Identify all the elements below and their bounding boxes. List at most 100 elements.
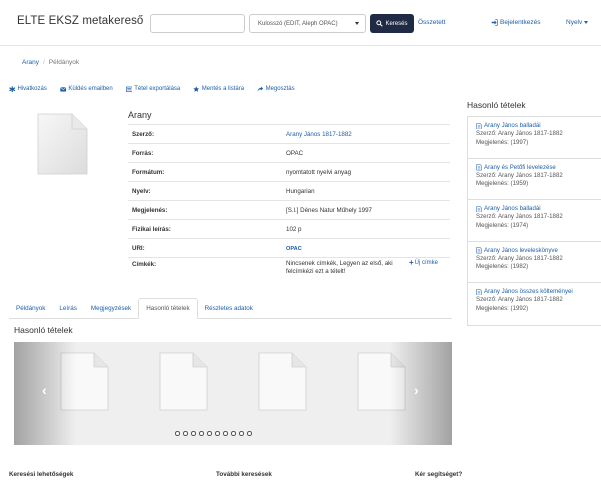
table-row: Fizikai leírás: 102 p — [128, 219, 450, 239]
cite-button[interactable]: Hivatkozás — [9, 86, 47, 93]
tab-similar-items[interactable]: Hasonló tételek — [138, 298, 198, 319]
field-value: Hungarian — [282, 181, 450, 201]
list-item: Arany és Petőfi levelezése Szerző: Arany… — [468, 159, 601, 200]
footer-need-help: Kér segítséget? — [415, 471, 463, 478]
carousel-dot[interactable] — [239, 431, 244, 436]
carousel-next-control[interactable] — [390, 342, 452, 445]
document-icon — [476, 164, 482, 171]
carousel-dot[interactable] — [215, 431, 220, 436]
table-row: URI: OPAC — [128, 238, 450, 258]
tab-notes[interactable]: Megjegyzések — [84, 298, 138, 318]
breadcrumb-separator: / — [42, 59, 45, 66]
cite-label: Hivatkozás — [17, 86, 47, 92]
add-tag-button[interactable]: + Új címke — [408, 258, 438, 267]
table-row: Formátum: nyomtatott nyelvi anyag — [128, 162, 450, 182]
list-item: Arany János balladái Szerző: Arany János… — [468, 117, 601, 159]
tab-description[interactable]: Leírás — [52, 298, 84, 318]
site-brand[interactable]: ELTE EKSZ metakereső — [17, 15, 143, 27]
record-details-table: Szerző: Arany János 1817-1882 Forrás: OP… — [128, 124, 450, 286]
field-label: Megjelenés: — [128, 200, 282, 220]
export-button[interactable]: Tétel exportálása — [125, 86, 180, 93]
search-type-select[interactable]: Kulosszó (EDIT, Aleph OPAC) — [249, 14, 366, 33]
login-link[interactable]: Bejelentkezés — [491, 19, 540, 26]
document-icon — [476, 205, 482, 213]
carousel-dot[interactable] — [191, 431, 196, 436]
author-cell: Arany János 1817-1882 — [282, 124, 450, 144]
add-tag-label: Új címke — [414, 260, 438, 266]
similar-item-author: Szerző: Arany János 1817-1882 — [476, 130, 563, 138]
save-to-list-label: Mentés a listára — [201, 86, 245, 92]
email-button[interactable]: Küldés emailben — [59, 86, 113, 93]
search-input[interactable] — [150, 14, 245, 33]
similar-item-title: Arany János összes költeményei — [484, 288, 573, 295]
similar-items-list: Arany János balladái Szerző: Arany János… — [467, 116, 601, 326]
similar-items-heading: Hasonló tételek — [14, 325, 73, 335]
field-value: 102 p — [282, 219, 450, 239]
record-toolbar: Hivatkozás Küldés emailben Tétel exportá… — [9, 84, 295, 94]
similar-item-link[interactable]: Arany János balladái — [476, 205, 593, 213]
similar-item-title: Arany János balladái — [484, 205, 541, 212]
search-button[interactable]: Keresés — [370, 14, 414, 33]
footer-more-searches: További keresések — [216, 471, 272, 478]
asterisk-icon — [9, 86, 16, 92]
footer-search-options: Keresési lehetőségek — [9, 471, 74, 478]
author-link[interactable]: Arany János 1817-1882 — [286, 131, 352, 138]
similar-item-link[interactable]: Arany János balladái — [476, 122, 593, 130]
field-label: Fizikai leírás: — [128, 219, 282, 239]
field-value: [S.l.] Dénes Natur Műhely 1997 — [282, 200, 450, 220]
carousel-slide-cover[interactable] — [258, 352, 307, 411]
carousel-slide-cover[interactable] — [159, 352, 208, 411]
breadcrumb-item-current: Példányok — [48, 59, 80, 66]
document-icon — [476, 122, 482, 130]
save-to-list-button[interactable]: Mentés a listára — [193, 86, 244, 93]
table-row: Forrás: OPAC — [128, 143, 450, 163]
carousel-dot[interactable] — [175, 431, 180, 436]
field-label: Nyelv: — [128, 181, 282, 201]
breadcrumb-item-search[interactable]: Arany — [22, 59, 39, 66]
language-label: Nyelv — [566, 19, 583, 26]
tab-details[interactable]: Részletes adatok — [198, 298, 260, 318]
uri-link[interactable]: OPAC — [286, 246, 302, 252]
similar-item-title: Arany János balladái — [484, 122, 541, 129]
carousel-dot[interactable] — [183, 431, 188, 436]
carousel-dot[interactable] — [207, 431, 212, 436]
field-label: Szerző: — [128, 124, 282, 144]
similar-item-link[interactable]: Arany és Petőfi levelezése — [476, 164, 593, 172]
table-row: Megjelenés: [S.l.] Dénes Natur Műhely 19… — [128, 200, 450, 220]
record-title: Arany — [128, 110, 152, 120]
similar-item-published: Megjelenés: (1997) — [476, 138, 529, 146]
chevron-left-icon[interactable]: ‹ — [42, 382, 47, 398]
carousel-dot[interactable] — [231, 431, 236, 436]
similar-item-author: Szerző: Arany János 1817-1882 — [476, 171, 563, 179]
cover-placeholder-icon — [37, 113, 88, 175]
tags-empty-text: Nincsenek címkék, Legyen az első, aki fe… — [286, 260, 393, 275]
tab-holdings[interactable]: Példányok — [9, 298, 52, 318]
list-icon — [125, 86, 133, 92]
envelope-icon — [59, 86, 67, 92]
language-dropdown[interactable]: Nyelv — [566, 19, 589, 26]
email-label: Küldés emailben — [68, 86, 113, 92]
list-item: Arany János összes költeményei Szerző: A… — [468, 283, 601, 325]
similar-item-author: Szerző: Arany János 1817-1882 — [476, 296, 563, 304]
share-icon — [257, 86, 264, 92]
similar-item-link[interactable]: Arany János összes költeményei — [476, 288, 593, 296]
field-value: nyomtatott nyelvi anyag — [282, 162, 450, 182]
similar-item-published: Megjelenés: (1982) — [476, 263, 529, 271]
similar-item-link[interactable]: Arany János leveleskönyve — [476, 247, 593, 255]
advanced-search-link[interactable]: Összetett — [418, 19, 445, 26]
table-row: Címkék: Nincsenek címkék, Legyen az első… — [128, 257, 450, 286]
search-button-label: Keresés — [385, 20, 408, 27]
table-row: Nyelv: Hungarian — [128, 181, 450, 201]
document-icon — [476, 288, 482, 296]
field-label: Formátum: — [128, 162, 282, 182]
search-icon — [376, 20, 384, 27]
carousel-dot[interactable] — [247, 431, 252, 436]
plus-icon: + — [408, 258, 414, 267]
similar-item-published: Megjelenés: (1959) — [476, 180, 529, 188]
share-button[interactable]: Megosztás — [257, 86, 295, 93]
similar-item-published: Megjelenés: (1974) — [476, 221, 529, 229]
carousel-dot[interactable] — [199, 431, 204, 436]
carousel-dot[interactable] — [223, 431, 228, 436]
chevron-right-icon[interactable]: › — [414, 382, 419, 398]
top-navbar: ELTE EKSZ metakereső Kulosszó (EDIT, Ale… — [0, 0, 601, 46]
